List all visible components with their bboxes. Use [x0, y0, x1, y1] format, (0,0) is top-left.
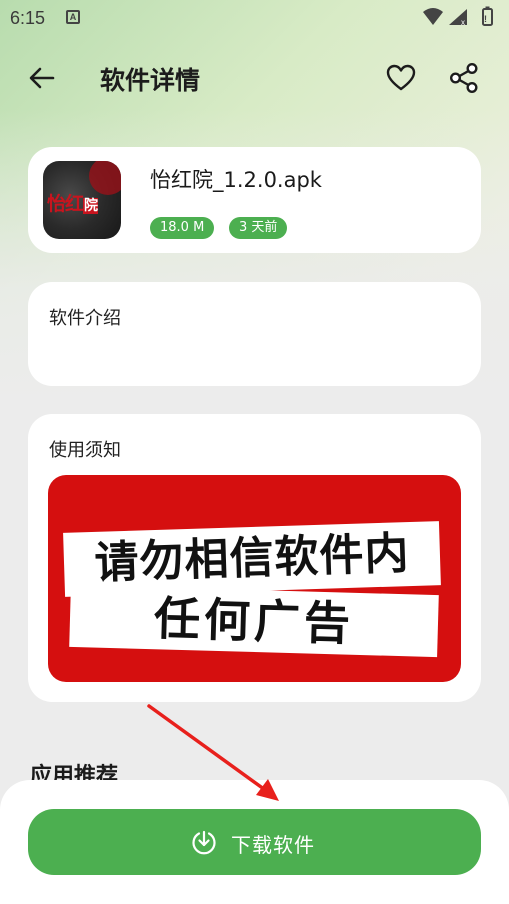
svg-text:!: !	[484, 14, 487, 24]
download-icon	[192, 830, 216, 855]
notice-banner-image: 请勿相信软件内 任何广告	[48, 475, 461, 682]
share-icon[interactable]	[447, 61, 481, 95]
battery-icon: !	[482, 6, 493, 26]
updated-badge: 3 天前	[229, 217, 288, 239]
size-badge: 18.0 M	[150, 217, 215, 239]
notice-label: 使用须知	[49, 440, 121, 461]
intro-label: 软件介绍	[49, 308, 121, 329]
intro-card: 软件介绍	[28, 282, 481, 386]
app-info-card: 怡红院 怡红院_1.2.0.apk 18.0 M 3 天前	[28, 147, 481, 253]
bottom-sheet: 下载软件	[0, 780, 509, 904]
app-icon: 怡红院	[43, 161, 121, 239]
signal-icon: x	[449, 9, 467, 27]
heart-icon[interactable]	[385, 62, 417, 94]
notice-card: 使用须知 请勿相信软件内 任何广告	[28, 414, 481, 702]
svg-text:x: x	[461, 18, 465, 27]
app-icon-logo: 怡红院	[47, 193, 99, 215]
arrow-left-icon[interactable]	[26, 62, 58, 94]
text-a-icon: A	[66, 10, 80, 24]
app-file-name: 怡红院_1.2.0.apk	[150, 168, 322, 192]
banner-line-2: 任何广告	[69, 584, 439, 658]
page-title: 软件详情	[100, 66, 201, 95]
download-label: 下载软件	[231, 833, 315, 857]
status-time: 6:15	[10, 8, 46, 28]
wifi-icon	[423, 8, 443, 25]
download-button[interactable]: 下载软件	[28, 809, 481, 875]
status-indicators: x !	[423, 6, 493, 27]
app-bar: 软件详情	[0, 52, 509, 102]
status-bar: 6:15 A x !	[0, 0, 509, 36]
